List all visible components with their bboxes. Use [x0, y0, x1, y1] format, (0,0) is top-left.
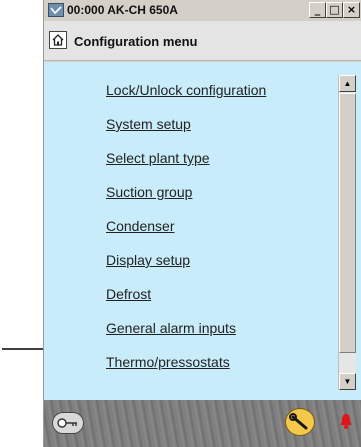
menu-item-lock-unlock-configuration[interactable]: Lock/Unlock configuration: [106, 80, 266, 114]
scroll-down-button[interactable]: ▼: [339, 373, 356, 390]
app-window: 00:000 AK-CH 650A _ □ × Configuration me…: [43, 0, 361, 447]
page-header: Configuration menu: [44, 21, 361, 61]
app-icon: [48, 3, 64, 17]
vertical-scrollbar[interactable]: ▲ ▼: [338, 75, 356, 390]
title-bar: 00:000 AK-CH 650A _ □ ×: [44, 0, 361, 21]
maximize-button[interactable]: □: [326, 2, 343, 18]
home-icon[interactable]: [49, 31, 67, 49]
menu-item-system-setup[interactable]: System setup: [106, 114, 266, 148]
menu-item-defrost[interactable]: Defrost: [106, 284, 266, 318]
configuration-menu: Lock/Unlock configuration System setup S…: [106, 80, 266, 386]
menu-item-thermo-pressostats[interactable]: Thermo/pressostats: [106, 352, 266, 386]
key-icon[interactable]: [52, 412, 84, 434]
bottom-toolbar: [44, 400, 361, 447]
menu-item-general-alarm-inputs[interactable]: General alarm inputs: [106, 318, 266, 352]
menu-item-display-setup[interactable]: Display setup: [106, 250, 266, 284]
scroll-thumb[interactable]: [339, 93, 356, 353]
close-button[interactable]: ×: [343, 2, 360, 18]
menu-item-condenser[interactable]: Condenser: [106, 216, 266, 250]
menu-item-suction-group[interactable]: Suction group: [106, 182, 266, 216]
page-title: Configuration menu: [74, 34, 198, 49]
alarm-bell-icon[interactable]: [339, 412, 353, 430]
window-title: 00:000 AK-CH 650A: [67, 3, 178, 17]
menu-item-select-plant-type[interactable]: Select plant type: [106, 148, 266, 182]
minimize-button[interactable]: _: [309, 2, 326, 18]
window-controls: _ □ ×: [309, 2, 360, 18]
wrench-icon[interactable]: [285, 408, 315, 436]
scroll-up-button[interactable]: ▲: [339, 75, 356, 92]
menu-panel: Lock/Unlock configuration System setup S…: [44, 62, 361, 400]
